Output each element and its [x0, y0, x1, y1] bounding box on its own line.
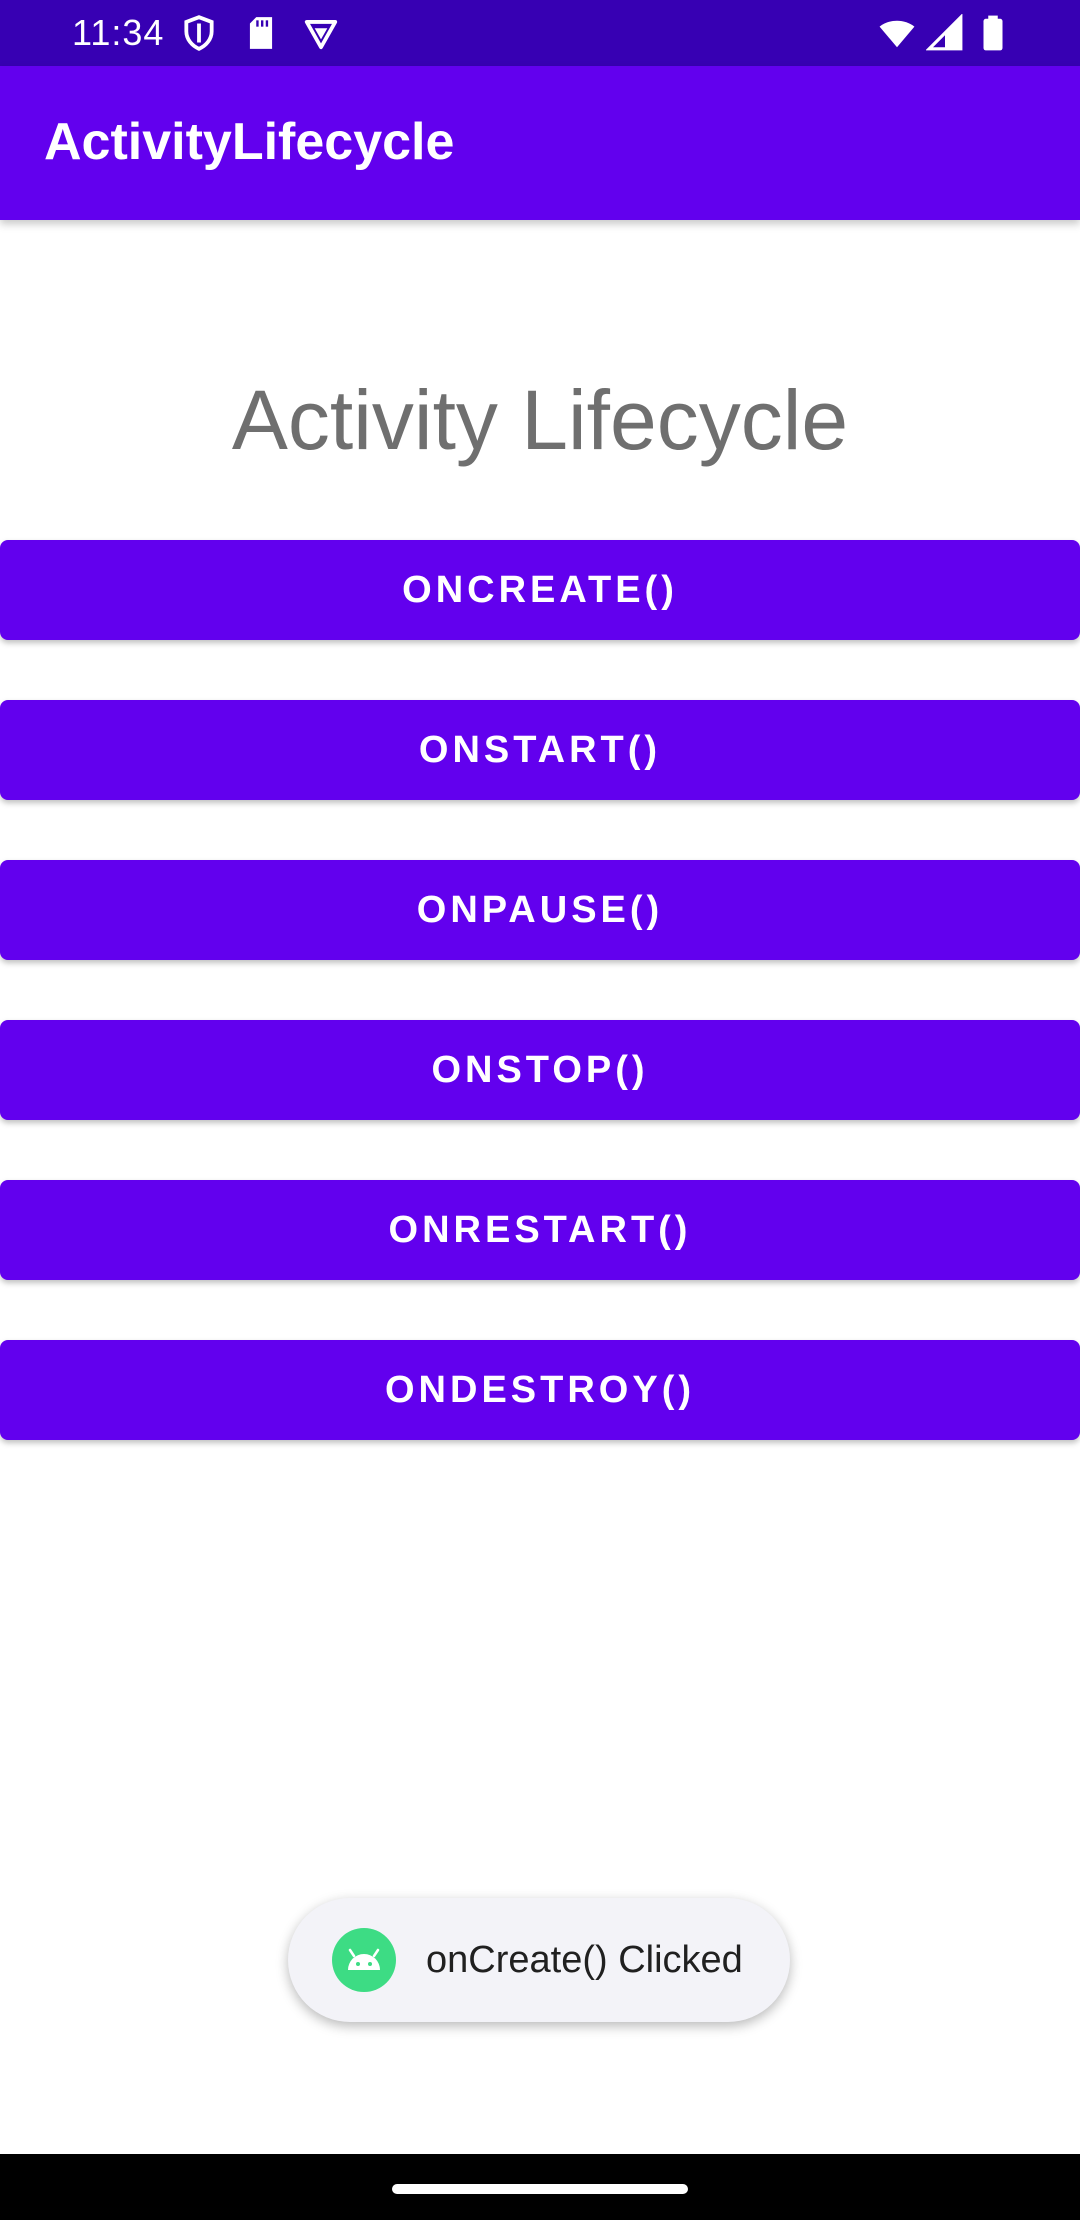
- android-icon: [332, 1928, 396, 1992]
- status-bar: 11:34: [0, 0, 1080, 66]
- battery-icon: [983, 15, 1003, 51]
- onstart-button[interactable]: ONSTART(): [0, 700, 1080, 800]
- page-heading: Activity Lifecycle: [231, 373, 849, 467]
- shield-icon: [184, 15, 214, 51]
- oncreate-button[interactable]: ONCREATE(): [0, 540, 1080, 640]
- status-time: 11:34: [72, 12, 165, 53]
- home-gesture-handle[interactable]: [392, 2184, 688, 2194]
- toast-message: onCreate() Clicked: [426, 1939, 743, 1981]
- onpause-button[interactable]: ONPAUSE(): [0, 860, 1080, 960]
- ondestroy-button[interactable]: ONDESTROY(): [0, 1340, 1080, 1440]
- wifi-icon: [879, 20, 915, 48]
- app-title: ActivityLifecycle: [44, 113, 455, 171]
- vpn-icon: [304, 20, 338, 50]
- app-bar: ActivityLifecycle: [0, 66, 1080, 220]
- onrestart-button[interactable]: ONRESTART(): [0, 1180, 1080, 1280]
- onstop-button[interactable]: ONSTOP(): [0, 1020, 1080, 1120]
- navigation-bar: [0, 2154, 1080, 2220]
- sd-card-icon: [249, 17, 273, 49]
- toast: onCreate() Clicked: [288, 1898, 790, 2022]
- cell-signal-icon: [926, 14, 963, 51]
